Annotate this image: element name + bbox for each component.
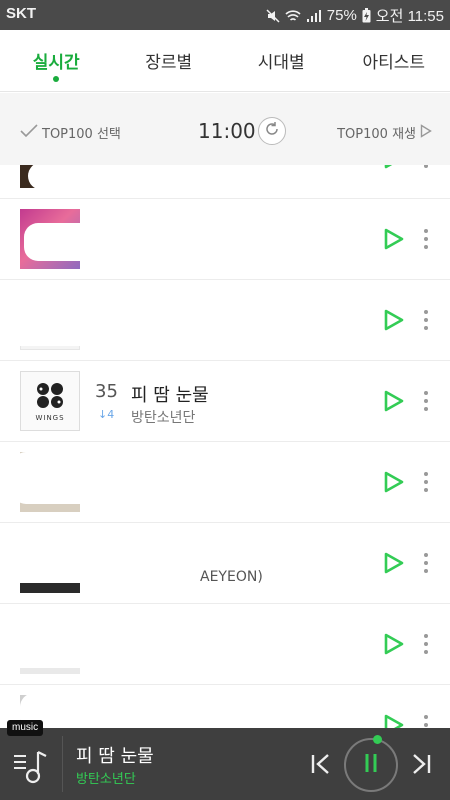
now-playing-title: 피 땀 눈물 <box>76 746 154 767</box>
redaction <box>0 286 370 346</box>
list-item[interactable]: WINGS 35 ↓4 피 땀 눈물 방탄소년단 <box>0 361 450 442</box>
chart-controls: TOP100 선택 11:00 TOP100 재생 <box>0 93 450 165</box>
chart-time: 11:00 <box>198 119 256 143</box>
list-item[interactable]: AEYEON) <box>0 523 450 604</box>
more-icon[interactable] <box>422 165 430 172</box>
playlist-icon[interactable] <box>12 748 52 792</box>
wifi-icon <box>285 9 301 23</box>
song-artist: 방탄소년단 <box>131 410 196 426</box>
tab-label: 장르별 <box>145 53 193 73</box>
tab-label: 시대별 <box>257 53 305 73</box>
play-triangle-icon <box>420 123 432 142</box>
more-icon[interactable] <box>422 229 430 253</box>
active-tab-indicator <box>53 76 60 82</box>
album-art: WINGS <box>20 371 80 431</box>
mute-icon <box>266 8 280 23</box>
list-item[interactable] <box>0 442 450 523</box>
more-icon[interactable] <box>422 634 430 658</box>
tab-genre[interactable]: 장르별 <box>113 30 226 91</box>
play-icon[interactable] <box>384 309 404 335</box>
chart-tabs: 실시간 장르별 시대별 아티스트 <box>0 30 450 92</box>
play-icon[interactable] <box>384 714 404 728</box>
redaction <box>0 527 200 583</box>
redaction <box>12 452 362 504</box>
tab-label: 아티스트 <box>362 53 426 73</box>
tab-artist[interactable]: 아티스트 <box>338 30 450 91</box>
play-icon[interactable] <box>384 228 404 254</box>
progress-dot <box>373 735 382 744</box>
play-all-label: TOP100 재생 <box>337 127 416 142</box>
redaction <box>20 693 280 728</box>
more-icon[interactable] <box>422 553 430 577</box>
clock: 오전 11:55 <box>375 8 444 25</box>
pause-icon <box>362 752 380 778</box>
more-icon[interactable] <box>422 715 430 728</box>
play-icon[interactable] <box>384 165 404 173</box>
redaction <box>28 165 368 190</box>
check-icon <box>20 123 38 142</box>
music-tag: music <box>7 720 44 736</box>
list-item[interactable] <box>0 685 450 728</box>
prev-icon[interactable] <box>310 752 332 780</box>
list-item[interactable] <box>0 199 450 280</box>
top100-select-button[interactable]: TOP100 선택 <box>20 123 121 142</box>
carrier-label: SKT <box>6 5 36 22</box>
now-playing-artist: 방탄소년단 <box>76 772 136 787</box>
divider <box>62 736 63 792</box>
tab-era[interactable]: 시대별 <box>225 30 338 91</box>
rank-change: ↓4 <box>98 408 115 421</box>
redaction <box>24 223 354 261</box>
play-icon[interactable] <box>384 471 404 497</box>
rank: 35 <box>95 381 118 402</box>
redaction <box>0 612 300 668</box>
more-icon[interactable] <box>422 310 430 334</box>
list-item[interactable] <box>0 280 450 361</box>
list-item[interactable] <box>0 604 450 685</box>
next-icon[interactable] <box>410 752 432 780</box>
play-icon[interactable] <box>384 390 404 416</box>
refresh-button[interactable] <box>258 117 286 145</box>
tab-label: 실시간 <box>32 53 80 73</box>
play-icon[interactable] <box>384 633 404 659</box>
top100-play-button[interactable]: TOP100 재생 <box>337 123 432 142</box>
more-icon[interactable] <box>422 391 430 415</box>
song-list: WINGS 35 ↓4 피 땀 눈물 방탄소년단 AEYEON) <box>0 165 450 728</box>
play-icon[interactable] <box>384 552 404 578</box>
mini-player[interactable]: music 피 땀 눈물 방탄소년단 <box>0 720 450 800</box>
song-title: 피 땀 눈물 <box>131 385 209 406</box>
battery-level: 75% <box>326 7 357 24</box>
select-label: TOP100 선택 <box>42 127 121 142</box>
battery-icon <box>362 8 371 23</box>
signal-icon <box>306 9 322 23</box>
more-icon[interactable] <box>422 472 430 496</box>
status-bar: SKT 75% 오전 11:55 <box>0 0 450 30</box>
list-item[interactable] <box>0 165 450 199</box>
tab-realtime[interactable]: 실시간 <box>0 30 113 91</box>
pause-button[interactable] <box>344 735 398 792</box>
song-artist: AEYEON) <box>200 569 263 585</box>
status-right: 75% 오전 11:55 <box>266 5 444 26</box>
album-text: WINGS <box>35 414 65 422</box>
refresh-icon <box>264 121 280 141</box>
